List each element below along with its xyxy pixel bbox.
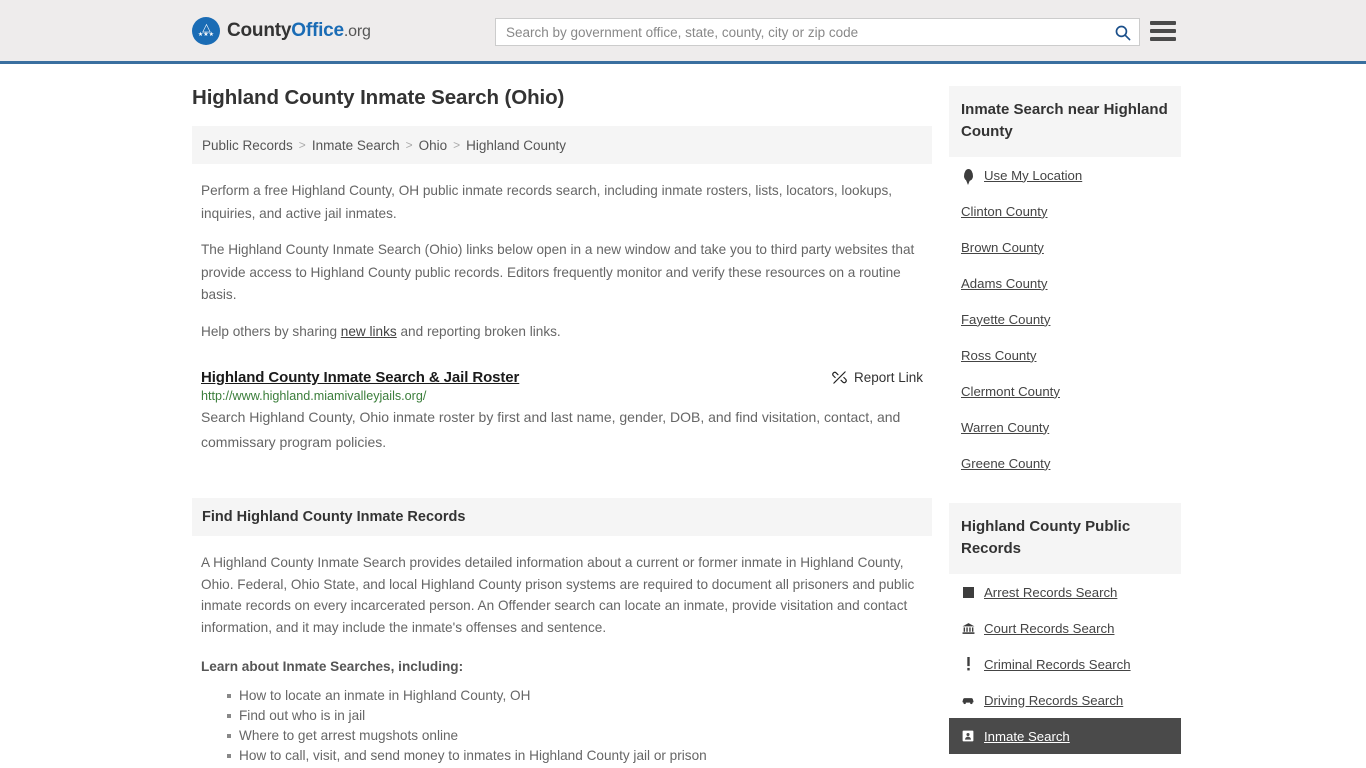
intro-paragraph-2: The Highland County Inmate Search (Ohio)…	[201, 242, 915, 302]
result-url[interactable]: http://www.highland.miamivalleyjails.org…	[201, 389, 923, 403]
broken-link-icon	[832, 371, 847, 384]
main-content: Highland County Inmate Search (Ohio) Pub…	[192, 86, 932, 768]
county-link[interactable]: Clinton County	[961, 204, 1048, 219]
section-header: Find Highland County Inmate Records	[192, 498, 932, 536]
records-link[interactable]: Criminal Records Search	[984, 657, 1131, 672]
list-item: Where to get arrest mugshots online	[227, 726, 923, 746]
id-card-icon	[961, 730, 975, 742]
menu-bar-1	[1150, 21, 1176, 25]
records-link[interactable]: Driving Records Search	[984, 693, 1123, 708]
section-paragraph: A Highland County Inmate Search provides…	[201, 555, 915, 635]
county-link[interactable]: Greene County	[961, 456, 1050, 471]
county-link[interactable]: Brown County	[961, 240, 1044, 255]
result-description: Search Highland County, Ohio inmate rost…	[201, 409, 901, 450]
breadcrumb-separator: >	[298, 138, 306, 152]
county-link[interactable]: Fayette County	[961, 312, 1050, 327]
sidebar-item-greene-county[interactable]: Greene County	[961, 445, 1169, 481]
near-county-list: Use My Location Clinton County Brown Cou…	[949, 157, 1181, 481]
sidebar-item-use-my-location[interactable]: Use My Location	[961, 157, 1169, 193]
inmate-search-near-panel: Inmate Search near Highland County Use M…	[949, 86, 1181, 481]
sidebar-item-brown-county[interactable]: Brown County	[961, 229, 1169, 265]
logo-text-org: .org	[343, 22, 371, 40]
report-link-button[interactable]: Report Link	[832, 370, 923, 385]
list-item: How to locate an inmate in Highland Coun…	[227, 686, 923, 706]
records-link-active[interactable]: Inmate Search	[984, 729, 1070, 744]
menu-bar-2	[1150, 29, 1176, 33]
search-icon	[1115, 25, 1130, 40]
logo-text-county: County	[227, 19, 292, 41]
share-text-before: Help others by sharing	[201, 323, 341, 339]
map-pin-icon	[961, 169, 975, 185]
sidebar-item-inmate-search[interactable]: Inmate Search	[949, 718, 1181, 754]
site-logo[interactable]: △ ★★★ CountyOffice.org	[192, 16, 371, 45]
hamburger-menu-icon[interactable]	[1150, 19, 1176, 43]
search-bar[interactable]	[495, 18, 1140, 46]
panel-header-records: Highland County Public Records	[949, 503, 1181, 574]
learn-bullet-list: How to locate an inmate in Highland Coun…	[201, 686, 923, 768]
sidebar-item-driving-records[interactable]: Driving Records Search	[961, 682, 1169, 718]
breadcrumb-separator: >	[453, 138, 461, 152]
sidebar-item-arrest-records[interactable]: Arrest Records Search	[961, 574, 1169, 610]
list-item: How to call, visit, and send money to in…	[227, 746, 923, 766]
square-icon	[961, 586, 975, 598]
eagle-seal-icon: △ ★★★	[192, 16, 220, 45]
sidebar-item-fayette-county[interactable]: Fayette County	[961, 301, 1169, 337]
records-link[interactable]: Arrest Records Search	[984, 585, 1117, 600]
county-link[interactable]: Ross County	[961, 348, 1037, 363]
result-item: Highland County Inmate Search & Jail Ros…	[192, 369, 932, 455]
breadcrumb-separator: >	[405, 138, 413, 152]
stars-glyph: ★★★	[197, 32, 215, 38]
learn-heading: Learn about Inmate Searches, including:	[201, 659, 464, 674]
county-link[interactable]: Adams County	[961, 276, 1048, 291]
exclamation-icon	[961, 657, 975, 671]
list-item: Find out who is in jail	[227, 706, 923, 726]
sidebar-item-clinton-county[interactable]: Clinton County	[961, 193, 1169, 229]
sidebar-item-adams-county[interactable]: Adams County	[961, 265, 1169, 301]
courthouse-icon	[961, 622, 975, 635]
sidebar-item-criminal-records[interactable]: Criminal Records Search	[961, 646, 1169, 682]
breadcrumb-item-highland-county: Highland County	[466, 137, 566, 153]
result-title-link[interactable]: Highland County Inmate Search & Jail Ros…	[201, 369, 519, 386]
records-link[interactable]: Court Records Search	[984, 621, 1114, 636]
section-body: A Highland County Inmate Search provides…	[192, 552, 932, 768]
logo-text-office: Office	[291, 19, 344, 41]
panel-heading-near: Inmate Search near Highland County	[961, 101, 1168, 140]
report-link-label: Report Link	[853, 370, 923, 385]
sidebar: Inmate Search near Highland County Use M…	[949, 86, 1181, 768]
sidebar-item-ross-county[interactable]: Ross County	[961, 337, 1169, 373]
public-records-list: Arrest Records Search Court Records Sear…	[949, 574, 1181, 754]
panel-heading-records: Highland County Public Records	[961, 518, 1131, 557]
panel-header-near: Inmate Search near Highland County	[949, 86, 1181, 157]
car-icon	[961, 695, 975, 706]
use-my-location-link[interactable]: Use My Location	[984, 168, 1082, 183]
sidebar-item-warren-county[interactable]: Warren County	[961, 409, 1169, 445]
breadcrumb-item-public-records[interactable]: Public Records	[202, 138, 293, 153]
breadcrumb: Public Records > Inmate Search > Ohio > …	[192, 126, 932, 164]
intro-paragraph-1: Perform a free Highland County, OH publi…	[201, 183, 893, 221]
site-header: △ ★★★ CountyOffice.org	[0, 0, 1366, 64]
public-records-panel: Highland County Public Records Arrest Re…	[949, 503, 1181, 754]
intro-paragraph-3: Help others by sharing new links and rep…	[192, 321, 932, 344]
sidebar-item-clermont-county[interactable]: Clermont County	[961, 373, 1169, 409]
county-link[interactable]: Clermont County	[961, 384, 1060, 399]
logo-wordmark: CountyOffice.org	[227, 20, 371, 42]
sidebar-item-court-records[interactable]: Court Records Search	[961, 610, 1169, 646]
breadcrumb-item-inmate-search[interactable]: Inmate Search	[312, 138, 400, 153]
breadcrumb-item-ohio[interactable]: Ohio	[419, 138, 448, 153]
page-container: Highland County Inmate Search (Ohio) Pub…	[0, 64, 1366, 768]
search-button[interactable]	[1105, 19, 1139, 45]
menu-bar-3	[1150, 37, 1176, 41]
eagle-glyph: △	[202, 22, 211, 34]
search-input[interactable]	[496, 19, 1105, 45]
new-links-link[interactable]: new links	[341, 324, 397, 339]
county-link[interactable]: Warren County	[961, 420, 1049, 435]
result-header-row: Highland County Inmate Search & Jail Ros…	[201, 369, 923, 386]
page-title: Highland County Inmate Search (Ohio)	[192, 86, 565, 109]
share-text-after: and reporting broken links.	[396, 323, 561, 339]
section-heading: Find Highland County Inmate Records	[202, 509, 466, 525]
